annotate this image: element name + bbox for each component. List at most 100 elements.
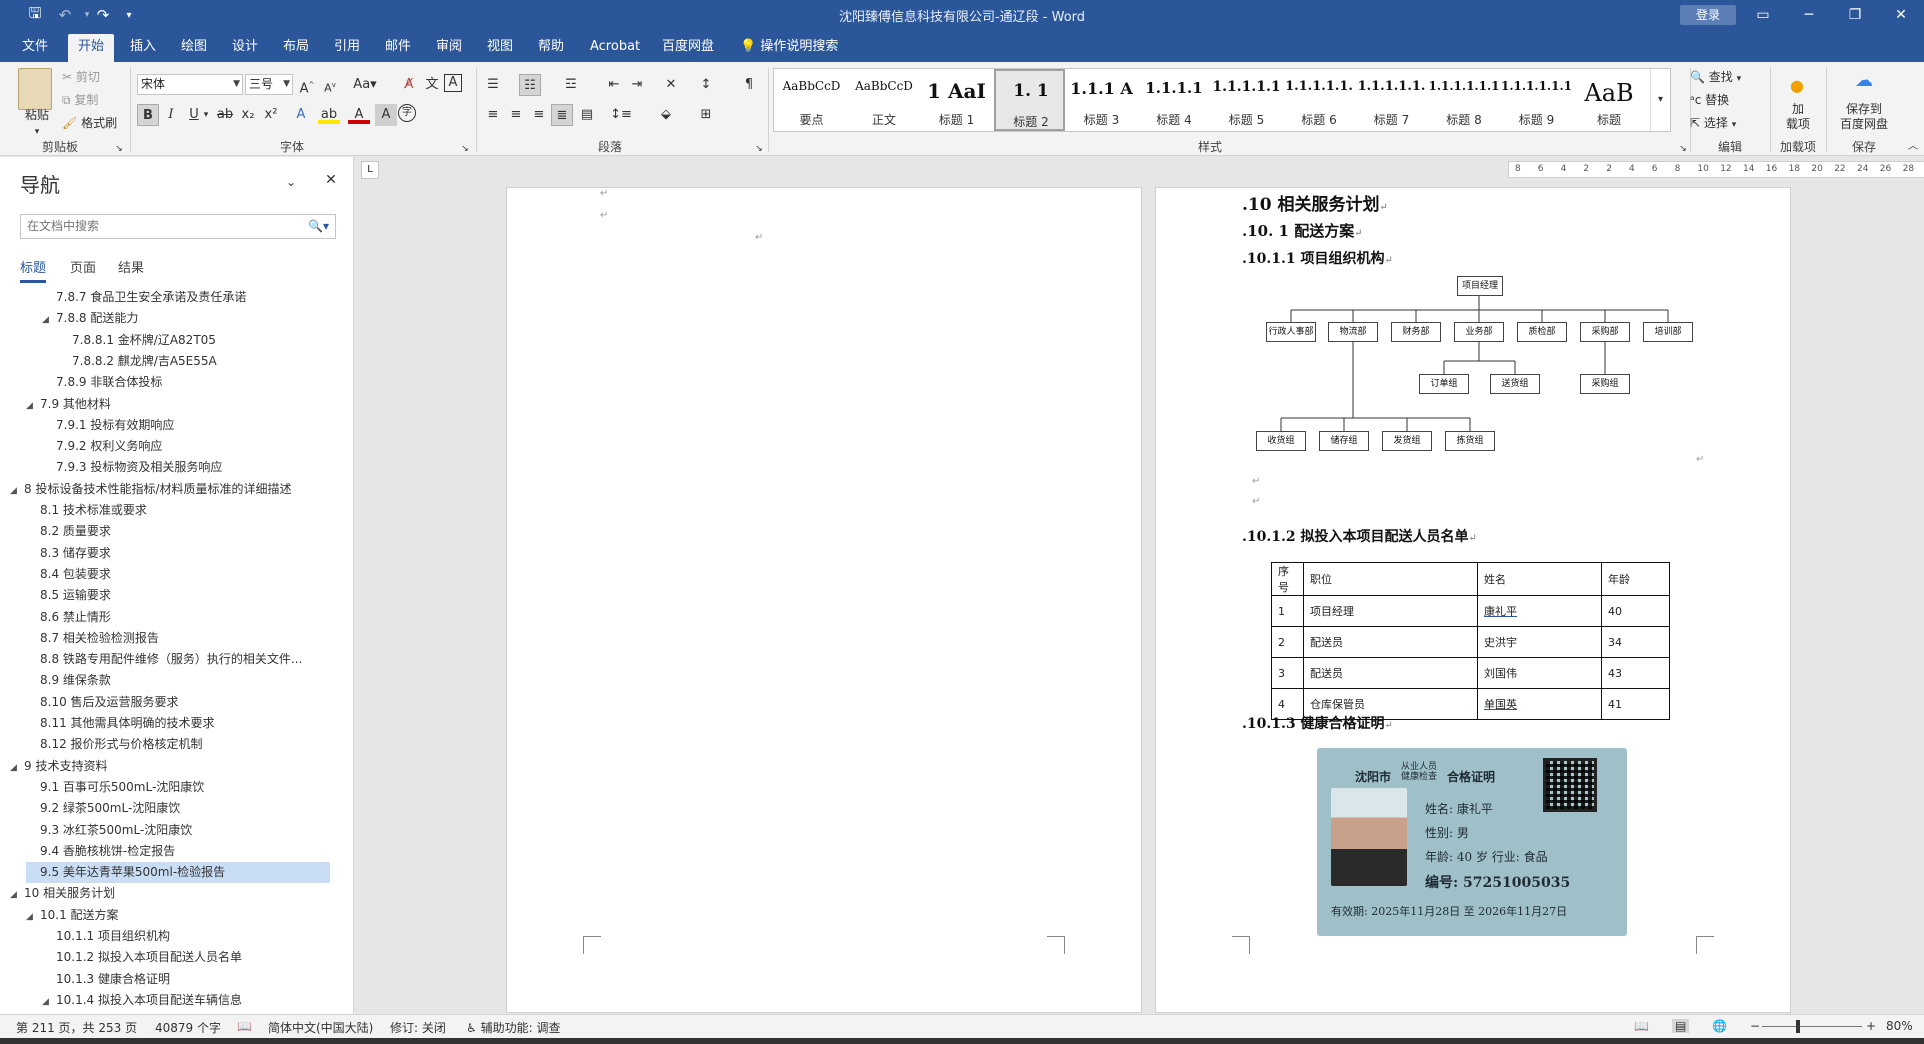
zoom-slider[interactable] [1762,1026,1862,1027]
tab-draw[interactable]: 绘图 [171,36,217,62]
nav-heading-item[interactable]: 8.8 铁路专用配件维修（服务）执行的相关文件... [26,649,330,670]
nav-heading-item[interactable]: 9.3 冰红茶500mL-沈阳康饮 [26,820,330,841]
grow-font-icon[interactable]: A^ [296,74,318,96]
line-spacing-icon[interactable]: ↕≡ [610,104,632,126]
save-to-baidu-button[interactable]: 保存到 百度网盘 [1834,102,1894,132]
tab-view[interactable]: 视图 [477,36,523,62]
shrink-font-icon[interactable]: Av [319,74,341,96]
style-5[interactable]: 1.1.1 A 标题 3 [1066,69,1137,131]
page-left[interactable]: ↵ ↵ ↵ [506,187,1142,1013]
nav-options-chevron-icon[interactable]: ⌄ [280,171,302,193]
style-4[interactable]: 1. 1 标题 2 [993,69,1065,131]
nav-tab-pages[interactable]: 页面 [70,257,96,276]
collapse-ribbon-icon[interactable]: ︿ [1902,136,1924,158]
horizontal-ruler[interactable]: 8642246810121416182022242628303234363842… [1508,161,1924,178]
ribbon-display-options-icon[interactable]: ▭ [1740,0,1786,30]
nav-heading-item[interactable]: 8.9 维保条款 [26,670,330,691]
select-button[interactable]: ⇱ 选择 ▾ [1690,114,1736,131]
style-1[interactable]: AaBbCcD 要点 [776,69,847,131]
nav-heading-item[interactable]: 7.8.8.2 麒龙牌/吉A5E55A [58,351,330,372]
nav-heading-item[interactable]: 10.1.3 健康合格证明 [42,969,330,990]
save-icon[interactable]: 🖫 [22,4,48,26]
web-layout-icon[interactable]: 🌐 [1712,1019,1727,1033]
nav-heading-item[interactable]: 8.3 储存要求 [26,543,330,564]
shading-icon[interactable]: ⬙ [655,104,677,126]
collapse-triangle-icon[interactable]: ◢ [26,907,40,926]
copy-button[interactable]: ⧉ 复制 [62,91,98,108]
nav-tab-results[interactable]: 结果 [118,257,144,276]
styles-more-icon[interactable]: ▾ [1650,69,1670,131]
nav-heading-item[interactable]: 8.5 运输要求 [26,585,330,606]
close-window-icon[interactable]: ✕ [1878,0,1924,30]
tab-acrobat[interactable]: Acrobat [580,36,650,62]
character-shading-icon[interactable]: A [375,104,397,126]
replace-button[interactable]: ᵃc 替换 [1690,91,1729,108]
nav-heading-item[interactable]: 8.4 包装要求 [26,564,330,585]
enclose-characters-icon[interactable]: 字 [398,104,416,122]
bullets-icon[interactable]: ☰ [482,74,504,96]
collapse-triangle-icon[interactable]: ◢ [26,396,40,415]
style-7[interactable]: 1.1.1.1.1 标题 5 [1211,69,1282,131]
minimize-icon[interactable]: ─ [1786,0,1832,30]
nav-heading-item[interactable]: ◢ 7.8.8 配送能力 [42,308,330,329]
nav-heading-item[interactable]: ◢ 9 技术支持资料 [10,756,330,777]
nav-heading-item[interactable]: ◢ 10.1.4 拟投入本项目配送车辆信息 [42,990,330,1011]
collapse-triangle-icon[interactable]: ◢ [10,481,24,500]
collapse-triangle-icon[interactable]: ◢ [10,885,24,904]
nav-heading-item[interactable]: 10.1.1 项目组织机构 [42,926,330,947]
align-right-icon[interactable]: ≡ [528,104,550,126]
page-right[interactable]: .10 相关服务计划↵ .10. 1 配送方案↵ .10.1.1 项目组织机构↵ [1155,187,1791,1013]
numbering-icon[interactable]: ☷ [519,74,541,96]
tab-design[interactable]: 设计 [222,36,268,62]
align-center-icon[interactable]: ≡ [505,104,527,126]
text-effects-icon[interactable]: A [290,104,312,126]
change-case-icon[interactable]: Aa▾ [350,74,380,96]
word-count[interactable]: 40879 个字 [155,1019,221,1036]
redo-icon[interactable]: ↷ [90,4,116,26]
nav-heading-item[interactable]: 10.1.2 拟投入本项目配送人员名单 [42,947,330,968]
tab-review[interactable]: 审阅 [426,36,472,62]
nav-heading-item[interactable]: ◢ 8 投标设备技术性能指标/材料质量标准的详细描述 [10,479,330,500]
search-icon[interactable]: 🔍▾ [308,215,329,238]
nav-heading-item[interactable]: 8.6 禁止情形 [26,607,330,628]
zoom-slider-thumb[interactable] [1796,1020,1800,1033]
paste-button[interactable]: 粘贴 ▾ [20,106,54,137]
nav-heading-item[interactable]: 9.4 香脆核桃饼-检定报告 [26,841,330,862]
strikethrough-icon[interactable]: ab [214,104,236,126]
tab-home[interactable]: 开始 [68,34,115,62]
font-size-combo[interactable]: 三号 ▼ [245,74,293,95]
nav-heading-item[interactable]: 7.8.7 食品卫生安全承诺及责任承诺 [42,287,330,308]
subscript-icon[interactable]: x₂ [237,104,259,126]
clear-formatting-icon[interactable]: A̸ [398,74,420,96]
page-count[interactable]: 第 211 页，共 253 页 [16,1019,137,1036]
chinese-layout-icon[interactable]: ✕ [660,74,682,96]
style-10[interactable]: 1.1.1.1.1.1 标题 8 [1429,69,1500,131]
sort-icon[interactable]: ↕ [695,74,717,96]
align-left-icon[interactable]: ≡ [482,104,504,126]
nav-heading-item[interactable]: 9.1 百事可乐500mL-沈阳康饮 [26,777,330,798]
nav-heading-item[interactable]: 7.9.1 投标有效期响应 [42,415,330,436]
nav-heading-item[interactable]: 7.9.3 投标物资及相关服务响应 [42,457,330,478]
multilevel-list-icon[interactable]: ☲ [560,74,582,96]
nav-heading-item[interactable]: 8.10 售后及运营服务要求 [26,692,330,713]
tab-help[interactable]: 帮助 [528,36,574,62]
tab-file[interactable]: 文件 [12,36,58,62]
decrease-indent-icon[interactable]: ⇤ [603,74,625,96]
nav-heading-item[interactable]: 9.5 美年达青苹果500ml-检验报告 [26,862,330,884]
tab-baidu-netdisk[interactable]: 百度网盘 [652,36,724,62]
read-mode-icon[interactable]: 📖 [1634,1019,1649,1033]
zoom-out-icon[interactable]: − [1750,1019,1760,1033]
print-layout-icon[interactable]: ▤ [1672,1019,1690,1033]
addins-button[interactable]: 加 载项 [1778,102,1818,132]
format-painter-button[interactable]: 🖌 格式刷 [62,114,117,131]
nav-heading-item[interactable]: ◢ 10.1 配送方案 [26,905,330,926]
style-2[interactable]: AaBbCcD 正文 [849,69,920,131]
font-color-icon[interactable]: A [348,104,370,124]
accessibility-status[interactable]: ♿ 辅助功能: 调查 [466,1019,560,1036]
superscript-icon[interactable]: x² [260,104,282,126]
nav-heading-item[interactable]: 7.8.8.1 金杯牌/辽A82T05 [58,330,330,351]
bold-icon[interactable]: B [137,104,159,126]
justify-icon[interactable]: ≣ [551,104,573,126]
highlight-icon[interactable]: ab [318,104,340,124]
font-name-combo[interactable]: 宋体 ▼ [137,74,243,95]
